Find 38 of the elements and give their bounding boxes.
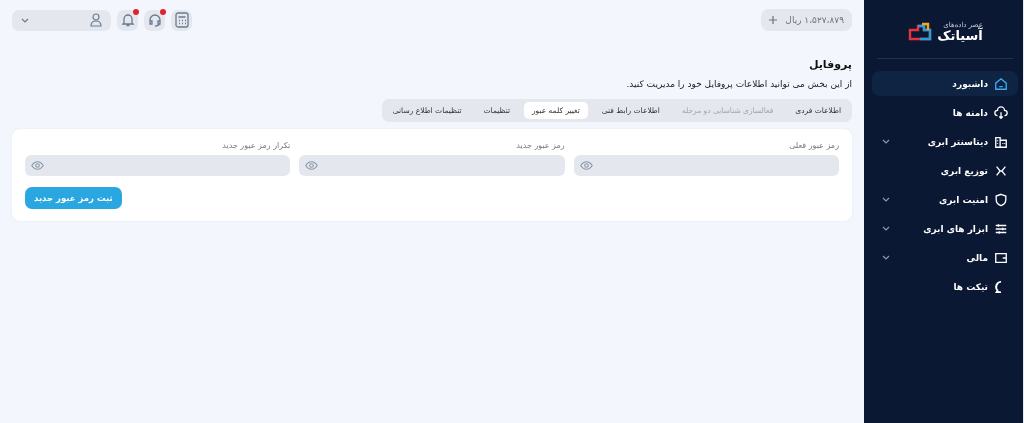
password-field[interactable] — [25, 155, 291, 176]
chevron-down-icon — [21, 17, 29, 23]
plus-icon — [769, 16, 778, 24]
eye-icon[interactable] — [579, 161, 593, 170]
wallet-icon — [994, 250, 1008, 265]
field-label: رمز عبور جدید — [515, 141, 565, 150]
sidebar-item[interactable]: دیتاسنتر ابری — [872, 129, 1018, 154]
sidebar-item[interactable]: داشبورد — [872, 71, 1018, 96]
sidebar-item[interactable]: تیکت ها — [872, 274, 1018, 299]
user-menu-button[interactable] — [12, 9, 111, 31]
sidebar-item[interactable]: توزیع ابری — [872, 158, 1018, 183]
sidebar-item[interactable]: امنیت ابری — [872, 187, 1018, 212]
eye-icon[interactable] — [31, 161, 44, 170]
home-icon — [994, 76, 1008, 91]
balance-button[interactable]: ۱،۵۲۷،۸۷۹ ریال — [761, 9, 852, 31]
headset-icon — [147, 13, 162, 27]
cloud-logo-icon — [907, 22, 934, 42]
calculator-button[interactable] — [171, 9, 192, 31]
page-title: پروفایل — [807, 58, 852, 71]
sidebar-item[interactable]: دامنه ها — [872, 100, 1018, 125]
sidebar-item[interactable]: مالی — [872, 245, 1018, 270]
eye-icon[interactable] — [305, 161, 319, 170]
password-field[interactable] — [299, 155, 565, 176]
logo-text: آسیاتک — [937, 29, 983, 42]
support-button[interactable] — [144, 9, 165, 31]
field-label: رمز عبور فعلی — [788, 141, 839, 150]
shield-icon — [994, 192, 1008, 207]
field-label: تکرار رمز عبور جدید — [221, 141, 291, 150]
calculator-icon — [174, 12, 189, 28]
sliders-icon — [994, 221, 1008, 236]
page-description: از این بخش می توانید اطلاعات پروفایل خود را مدیریت کنید. — [625, 79, 852, 89]
notifications-button[interactable] — [117, 9, 138, 31]
user-icon — [90, 13, 102, 27]
cloud-download-icon — [994, 105, 1008, 120]
password-field[interactable] — [573, 155, 839, 176]
building-icon — [994, 134, 1008, 149]
sidebar-item[interactable]: ابزار های ابری — [872, 216, 1018, 241]
bell-icon — [120, 13, 135, 27]
